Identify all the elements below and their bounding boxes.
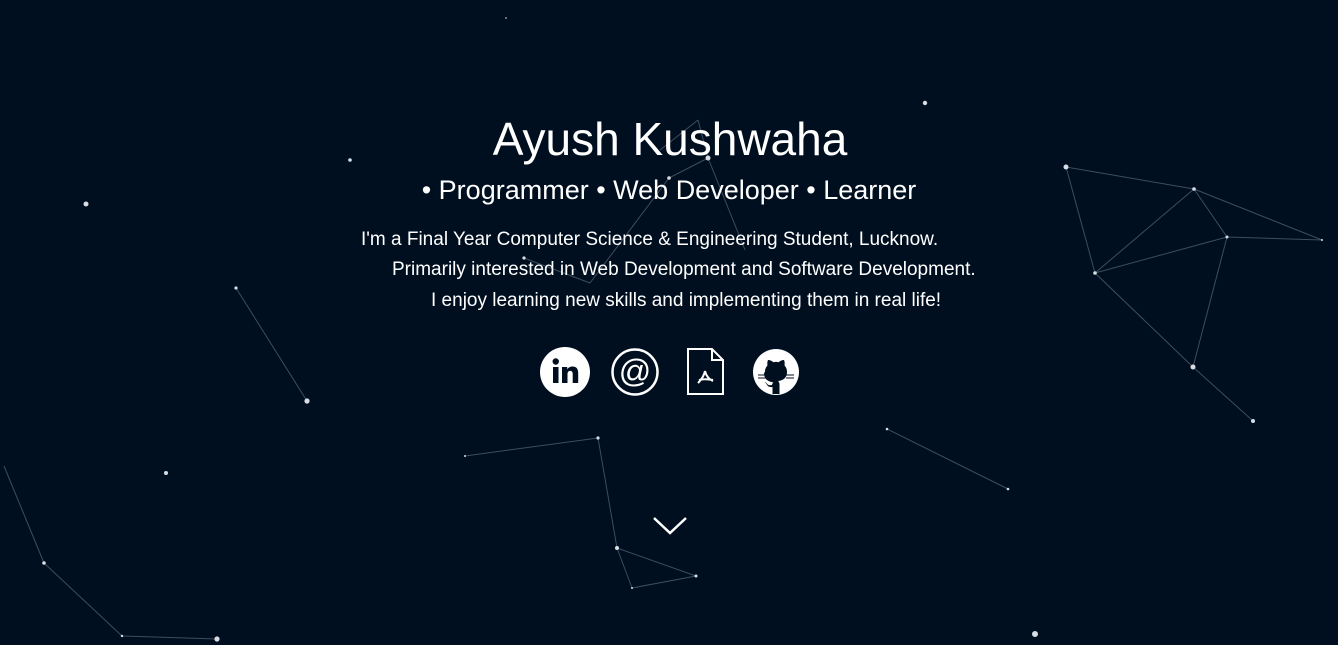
resume-pdf-link[interactable] <box>686 347 726 397</box>
particle-network-background <box>3 17 1323 642</box>
hero-name: Ayush Kushwaha <box>492 113 848 165</box>
scroll-down-button[interactable] <box>652 515 688 537</box>
email-at-icon: @ <box>611 348 659 396</box>
pdf-resume-icon <box>687 348 724 395</box>
github-icon <box>753 349 799 395</box>
bio-line-3: I enjoy learning new skills and implemen… <box>431 290 942 311</box>
bio-line-1: I'm a Final Year Computer Science & Engi… <box>361 229 939 250</box>
chevron-down-icon <box>653 517 687 535</box>
github-link[interactable] <box>752 347 800 397</box>
email-link[interactable]: @ <box>611 347 661 397</box>
hero-roles: • Programmer • Web Developer • Learner <box>421 175 917 205</box>
bio-line-2: Primarily interested in Web Development … <box>392 259 976 280</box>
svg-text:@: @ <box>619 353 651 389</box>
linkedin-icon <box>540 347 590 397</box>
linkedin-link[interactable] <box>540 347 590 397</box>
